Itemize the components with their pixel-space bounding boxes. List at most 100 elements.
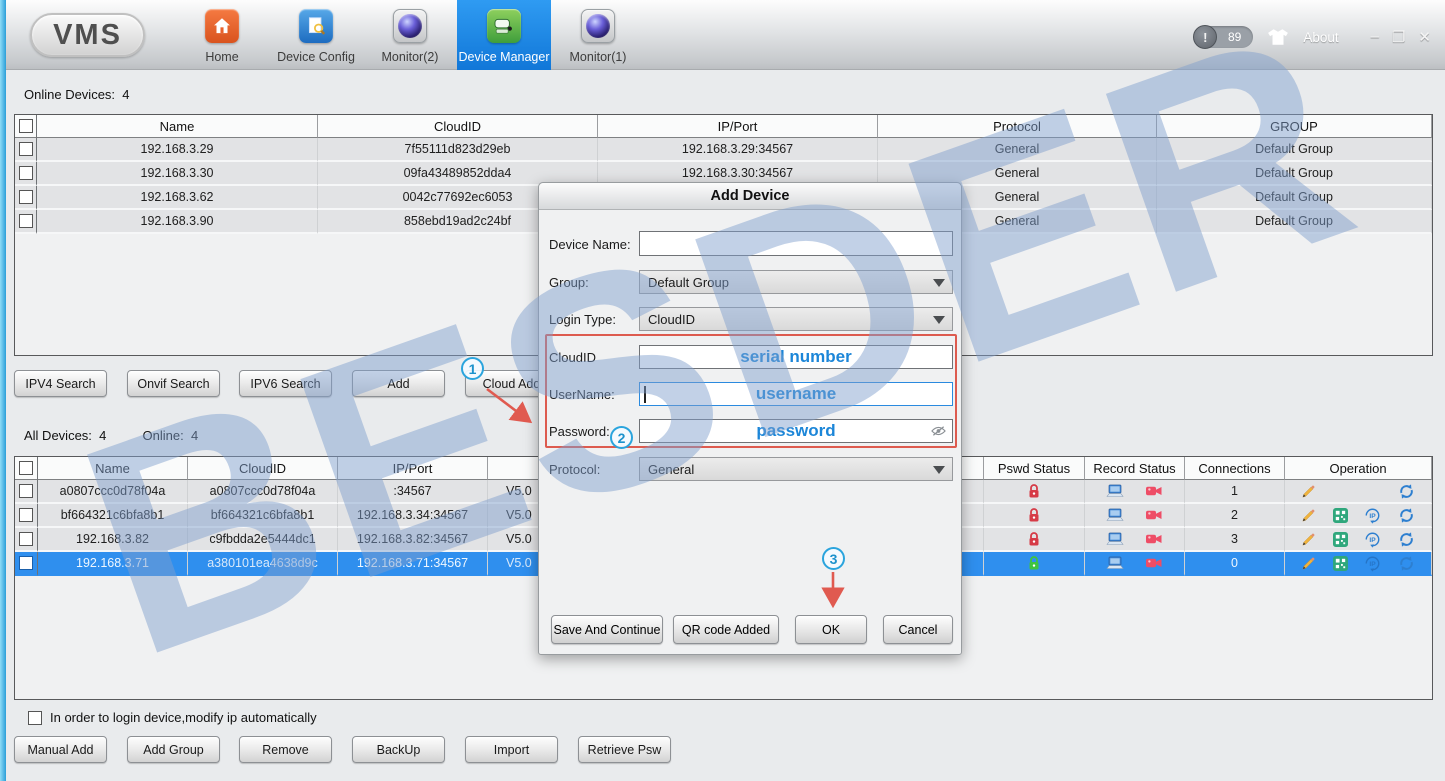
pencil-icon[interactable] bbox=[1301, 484, 1316, 499]
badge-count: 89 bbox=[1228, 30, 1241, 44]
record-status-cell bbox=[1085, 504, 1185, 528]
row-checkbox[interactable] bbox=[19, 508, 33, 522]
import-button[interactable]: Import bbox=[465, 736, 558, 763]
backup-button[interactable]: BackUp bbox=[352, 736, 445, 763]
record-status-cell bbox=[1085, 480, 1185, 504]
row-checkbox-cell[interactable] bbox=[15, 138, 37, 162]
operation-cell: IP bbox=[1285, 504, 1432, 528]
auto-modify-ip-checkbox[interactable] bbox=[28, 711, 42, 725]
svg-text:IP: IP bbox=[1370, 536, 1377, 543]
device-cloudid: c9fbdda2e5444dc1 bbox=[188, 528, 338, 552]
column-header: Protocol bbox=[878, 115, 1157, 138]
about-button[interactable]: About bbox=[1303, 30, 1338, 45]
cancel-button[interactable]: Cancel bbox=[883, 615, 953, 644]
row-checkbox-cell[interactable] bbox=[15, 528, 38, 552]
row-checkbox-cell[interactable] bbox=[15, 504, 38, 528]
refresh-icon[interactable] bbox=[1398, 555, 1415, 572]
save-and-continue-button[interactable]: Save And Continue bbox=[551, 615, 663, 644]
qr-code-icon[interactable] bbox=[1333, 508, 1348, 523]
refresh-icon[interactable] bbox=[1398, 531, 1415, 548]
add-group-button[interactable]: Add Group bbox=[127, 736, 220, 763]
username-input[interactable]: username bbox=[639, 382, 953, 406]
chevron-down-icon bbox=[933, 279, 945, 287]
select-all-checkbox-cell[interactable] bbox=[15, 115, 37, 138]
qr-code-icon[interactable] bbox=[1333, 532, 1348, 547]
tab-monitor-1[interactable]: Monitor(1) bbox=[551, 0, 645, 70]
onvif-search-button[interactable]: Onvif Search bbox=[127, 370, 220, 397]
tab-device-config[interactable]: Device Config bbox=[269, 0, 363, 70]
select-all-checkbox-cell[interactable] bbox=[15, 457, 38, 480]
device-group: Default Group bbox=[1157, 210, 1432, 234]
ip-modify-icon[interactable]: IP bbox=[1364, 531, 1381, 548]
qr-code-added-button[interactable]: QR code Added bbox=[673, 615, 779, 644]
row-checkbox-cell[interactable] bbox=[15, 552, 38, 576]
dialog-title: Add Device bbox=[539, 183, 961, 210]
column-header: IP/Port bbox=[598, 115, 878, 138]
monitor-icon bbox=[393, 9, 427, 43]
eye-slash-icon[interactable] bbox=[931, 425, 946, 440]
qr-code-icon[interactable] bbox=[1333, 556, 1348, 571]
row-checkbox[interactable] bbox=[19, 484, 33, 498]
row-checkbox-cell[interactable] bbox=[15, 186, 37, 210]
row-checkbox[interactable] bbox=[19, 142, 33, 156]
record-status-cell bbox=[1085, 528, 1185, 552]
row-checkbox[interactable] bbox=[19, 214, 33, 228]
retrieve-psw-button[interactable]: Retrieve Psw bbox=[578, 736, 671, 763]
cloudid-input[interactable]: serial number bbox=[639, 345, 953, 369]
row-checkbox[interactable] bbox=[19, 166, 33, 180]
select-all-checkbox[interactable] bbox=[19, 461, 33, 475]
ipv6-search-button[interactable]: IPV6 Search bbox=[239, 370, 332, 397]
password-label: Password: bbox=[549, 424, 610, 439]
select-all-checkbox[interactable] bbox=[19, 119, 33, 133]
main-tabs: Home Device Config Monitor(2) Device Man… bbox=[175, 0, 645, 70]
monitor-record-icon bbox=[1106, 508, 1124, 522]
monitor-record-icon bbox=[1106, 484, 1124, 498]
add-button[interactable]: Add bbox=[352, 370, 445, 397]
tshirt-icon[interactable] bbox=[1267, 28, 1289, 46]
username-hint-text: username bbox=[640, 383, 952, 405]
password-input[interactable]: password bbox=[639, 419, 953, 443]
notification-badge[interactable]: ! 89 bbox=[1195, 26, 1253, 48]
ipv4-search-button[interactable]: IPV4 Search bbox=[14, 370, 107, 397]
refresh-icon[interactable] bbox=[1398, 483, 1415, 500]
tab-home[interactable]: Home bbox=[175, 0, 269, 70]
tab-label: Monitor(1) bbox=[570, 50, 627, 64]
auto-modify-ip-label: In order to login device,modify ip autom… bbox=[50, 710, 317, 725]
column-header: IP/Port bbox=[338, 457, 488, 480]
column-header: Name bbox=[37, 115, 318, 138]
row-checkbox-cell[interactable] bbox=[15, 480, 38, 504]
pswd-status-cell bbox=[984, 504, 1085, 528]
maximize-button[interactable]: ❐ bbox=[1392, 28, 1405, 46]
login-type-value: CloudID bbox=[648, 312, 695, 327]
pencil-icon[interactable] bbox=[1301, 532, 1316, 547]
protocol-dropdown[interactable]: General bbox=[639, 457, 953, 481]
row-checkbox[interactable] bbox=[19, 190, 33, 204]
pencil-icon[interactable] bbox=[1301, 508, 1316, 523]
group-dropdown[interactable]: Default Group bbox=[639, 270, 953, 294]
device-name-input[interactable] bbox=[639, 231, 953, 256]
tab-device-manager[interactable]: Device Manager bbox=[457, 0, 551, 70]
login-type-dropdown[interactable]: CloudID bbox=[639, 307, 953, 331]
close-button[interactable]: ✕ bbox=[1418, 28, 1431, 46]
row-checkbox-cell[interactable] bbox=[15, 162, 37, 186]
minimize-button[interactable]: – bbox=[1371, 28, 1379, 46]
ip-modify-icon[interactable]: IP bbox=[1364, 555, 1381, 572]
protocol-value: General bbox=[648, 462, 694, 477]
auto-modify-ip-option[interactable]: In order to login device,modify ip autom… bbox=[28, 710, 317, 725]
ok-button[interactable]: OK bbox=[795, 615, 867, 644]
window-edge-accent bbox=[0, 0, 6, 781]
row-checkbox-cell[interactable] bbox=[15, 210, 37, 234]
column-header: Name bbox=[38, 457, 188, 480]
ip-modify-icon[interactable]: IP bbox=[1364, 507, 1381, 524]
remove-button[interactable]: Remove bbox=[239, 736, 332, 763]
pencil-icon[interactable] bbox=[1301, 556, 1316, 571]
device-ipport: 192.168.3.29:34567 bbox=[598, 138, 878, 162]
column-header: Record Status bbox=[1085, 457, 1185, 480]
protocol-label: Protocol: bbox=[549, 462, 600, 477]
device-name-label: Device Name: bbox=[549, 237, 631, 252]
row-checkbox[interactable] bbox=[19, 532, 33, 546]
tab-monitor-2[interactable]: Monitor(2) bbox=[363, 0, 457, 70]
refresh-icon[interactable] bbox=[1398, 507, 1415, 524]
row-checkbox[interactable] bbox=[19, 556, 33, 570]
manual-add-button[interactable]: Manual Add bbox=[14, 736, 107, 763]
